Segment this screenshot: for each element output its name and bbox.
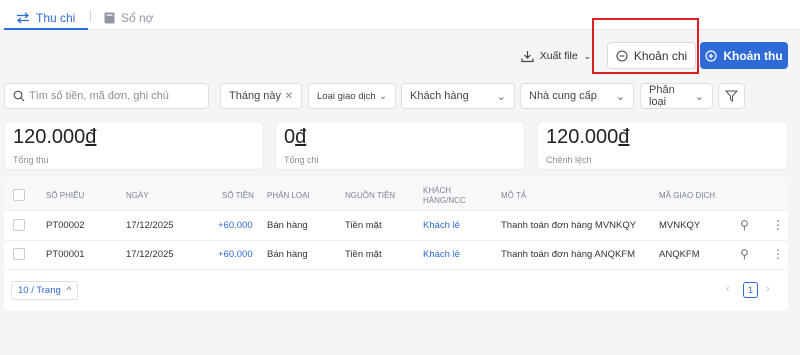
tab-so-no[interactable]: Sổ nợ	[104, 7, 154, 29]
tab-label: Sổ nợ	[121, 11, 154, 25]
tab-divider	[90, 10, 91, 22]
tab-label: Thu chi	[36, 11, 76, 25]
income-button[interactable]: Khoản thu	[700, 42, 788, 69]
attachment-icon[interactable]: ⚲	[740, 218, 749, 232]
more-options-icon[interactable]: ⋮	[772, 218, 784, 232]
customer-select[interactable]: Khách hàng ⌄	[401, 83, 515, 109]
month-filter-chip[interactable]: Tháng này ✕	[220, 83, 302, 109]
book-icon	[104, 12, 115, 24]
chevron-down-icon: ⌄	[615, 90, 625, 103]
chevron-down-icon: ⌄	[379, 90, 387, 102]
row-divider	[4, 210, 788, 211]
chevron-down-icon: ⌄	[496, 90, 506, 103]
chevron-down-icon: ⌄	[583, 50, 592, 61]
filter-icon	[725, 90, 738, 102]
swap-arrows-icon	[16, 12, 30, 24]
minus-circle-icon	[616, 49, 628, 62]
row-checkbox[interactable]	[13, 219, 25, 231]
category-select[interactable]: Phân loại ⌄	[640, 83, 713, 109]
prev-page-button[interactable]: ‹	[726, 283, 730, 295]
export-file-button[interactable]: Xuất file ⌄	[518, 44, 594, 68]
search-input[interactable]: Tìm số tiền, mã đơn, ghi chú	[4, 83, 209, 109]
more-options-icon[interactable]: ⋮	[772, 247, 784, 261]
attachment-icon[interactable]: ⚲	[740, 247, 749, 261]
filter-button[interactable]	[718, 83, 745, 109]
search-icon	[13, 90, 25, 102]
page-size-select[interactable]: 10 / Trang ^	[11, 281, 79, 300]
transaction-type-select[interactable]: Loại giao dịch ⌄	[308, 83, 396, 109]
customer-link[interactable]: Khách lẻ	[423, 249, 460, 260]
difference-card: 120.000đ Chênh lệch	[537, 121, 788, 170]
total-expense-card: 0đ Tổng chi	[275, 121, 525, 170]
total-income-card: 120.000đ Tổng thu	[4, 121, 264, 170]
transactions-table: SỐ PHIẾU NGÀY SỐ TIỀN PHÂN LOẠI NGUỒN TI…	[4, 177, 788, 311]
active-tab-indicator	[4, 28, 88, 30]
row-checkbox[interactable]	[13, 248, 25, 260]
download-icon	[521, 50, 534, 62]
row-divider	[4, 240, 788, 241]
chevron-up-icon: ^	[66, 285, 72, 296]
select-all-checkbox[interactable]	[13, 189, 25, 201]
expense-button[interactable]: Khoản chi	[607, 42, 696, 69]
tab-thu-chi[interactable]: Thu chi	[16, 7, 75, 29]
page-1-button[interactable]: 1	[743, 282, 758, 298]
customer-link[interactable]: Khách lẻ	[423, 220, 460, 231]
next-page-button[interactable]: ›	[766, 283, 770, 295]
supplier-select[interactable]: Nhà cung cấp ⌄	[520, 83, 634, 109]
row-divider	[4, 269, 788, 270]
close-icon[interactable]: ✕	[285, 91, 293, 102]
plus-circle-icon	[705, 49, 717, 62]
chevron-down-icon: ⌄	[694, 90, 704, 103]
